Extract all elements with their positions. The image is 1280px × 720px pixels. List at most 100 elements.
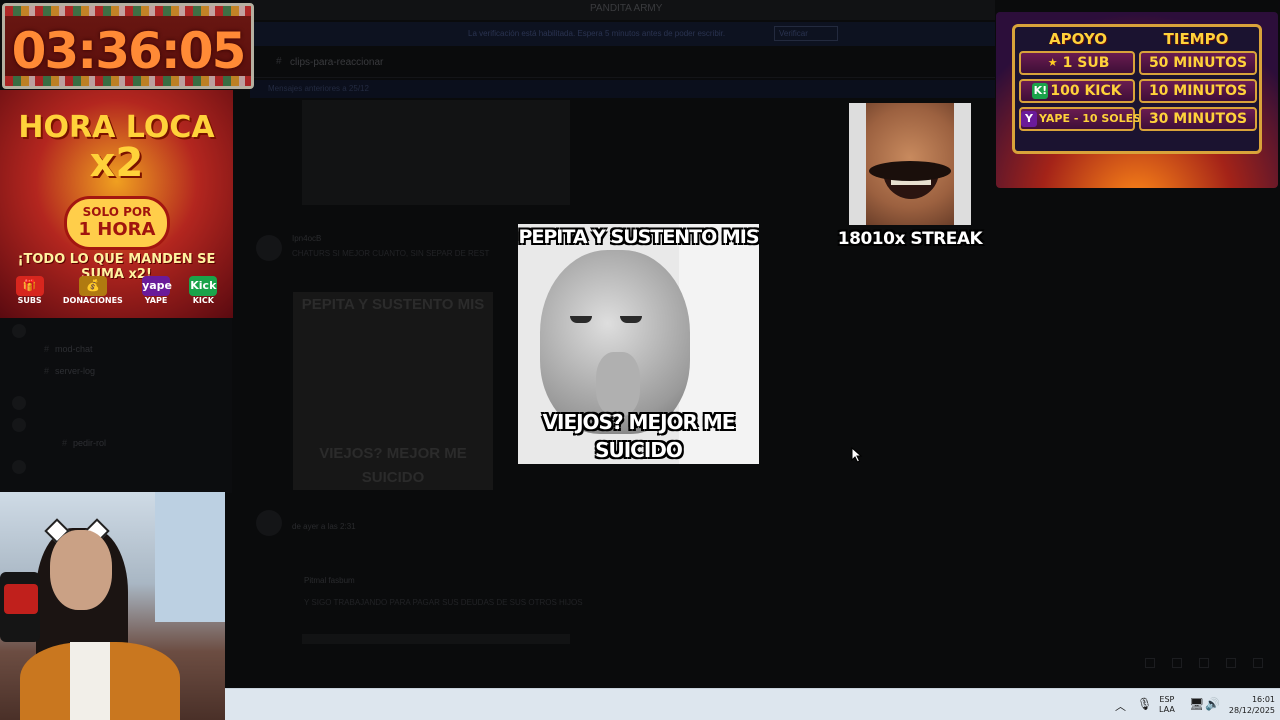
hash-icon: # [44, 366, 50, 376]
category-icon [12, 460, 26, 474]
emoji-icon[interactable] [1226, 658, 1236, 668]
streak-label: 18010x STREAK [837, 229, 983, 249]
language-code: ESP [1159, 695, 1175, 704]
category-icon [12, 418, 26, 432]
support-amount-label: YAPE - 10 SOLES [1039, 112, 1142, 125]
support-table: APOYO TIEMPO ★ 1 SUB 50 MINUTOS K! 100 KIC… [1012, 24, 1262, 154]
verify-button[interactable]: Verificar [774, 26, 838, 41]
reply-text: Y SIGO TRABAJANDO PARA PAGAR SUS DEUDAS … [304, 598, 583, 607]
server-title: PANDITA ARMY [590, 3, 663, 14]
clock-time: 16:01 [1251, 695, 1275, 704]
message-text: CHATURS SI MEJOR CUANTO, SIN SEPAR DE RE… [292, 249, 490, 258]
sidebar-item-label: server-log [55, 366, 96, 376]
network-icon[interactable]: 🖥 [1189, 697, 1204, 720]
support-amount-label: 100 KICK [1050, 83, 1122, 99]
language-indicator[interactable]: ESP LAA [1159, 695, 1175, 720]
meme-top-text: PEPITA Y SUSTENTO MIS [518, 226, 759, 248]
chat-meme-image[interactable]: PEPITA Y SUSTENTO MIS VIEJOS? MEJOR ME S… [293, 292, 493, 490]
chat-meme-top-text: PEPITA Y SUSTENTO MIS [301, 296, 485, 313]
donaciones-icon-group: 💰 DONACIONES [63, 276, 123, 305]
app-title-bar: PANDITA ARMY [250, 0, 995, 20]
mustache [869, 161, 951, 181]
support-amount: ★ 1 SUB [1019, 51, 1135, 75]
meme-bottom-text: VIEJOS? MEJOR ME SUICIDO [542, 410, 736, 462]
meme-popup: PEPITA Y SUSTENTO MIS VIEJOS? MEJOR ME S… [518, 224, 759, 464]
yape-logo-icon: yape [142, 276, 172, 296]
verification-notice: La verificación está habilitada. Espera … [250, 22, 995, 46]
sidebar-item-mod-chat[interactable]: # mod-chat [44, 344, 93, 354]
solo-por-text: SOLO POR [82, 205, 152, 219]
icon-label: SUBS [17, 296, 42, 305]
volume-icon[interactable]: 🔊 [1205, 697, 1220, 720]
yape-icon-group: yape YAPE [142, 276, 172, 305]
message-avatar[interactable] [256, 510, 282, 536]
sticker-icon[interactable] [1199, 658, 1209, 668]
support-rewards-panel: APOYO TIEMPO ★ 1 SUB 50 MINUTOS K! 100 KIC… [996, 12, 1278, 188]
system-clock[interactable]: 16:01 28/12/2025 [1219, 694, 1275, 720]
subathon-timer: 03:36:05 [2, 3, 254, 89]
embed-divider [302, 634, 570, 644]
subs-icon-group: 🎁 SUBS [15, 276, 44, 305]
christmas-lights-decoration [5, 6, 251, 16]
microphone-pop-filter [4, 584, 38, 614]
embedded-video-thumbnail[interactable] [302, 100, 570, 205]
kick-logo-icon: Kick [189, 276, 218, 296]
channel-sidebar: # mod-chat # server-log # pedir-rol [0, 318, 232, 493]
solo-por-badge: SOLO POR 1 HORA [64, 196, 170, 250]
category-icon [12, 396, 26, 410]
sidebar-item-pedir-rol[interactable]: # pedir-rol [62, 438, 106, 448]
clock-date: 28/12/2025 [1228, 706, 1275, 715]
one-hour-text: 1 HORA [78, 219, 156, 240]
category-icon [12, 324, 26, 338]
christmas-lights-decoration [5, 76, 251, 86]
baby-eye-right [620, 316, 642, 323]
channel-name: clips-para-reaccionar [290, 57, 384, 68]
support-row: K! 100 KICK 10 MINUTOS [1019, 79, 1257, 105]
chevron-up-icon[interactable]: ︿ [1115, 698, 1126, 720]
sidebar-item-server-log[interactable]: # server-log [44, 366, 95, 376]
time-reward: 10 MINUTOS [1139, 79, 1257, 103]
hora-loca-multiplier: x2 [89, 140, 144, 186]
sidebar-item-label: mod-chat [55, 344, 93, 354]
webcam-face [50, 530, 112, 610]
notice-text: La verificación está habilitada. Espera … [468, 29, 726, 38]
support-amount-label: 1 SUB [1062, 55, 1110, 71]
support-amount: K! 100 KICK [1019, 79, 1135, 103]
chat-meme-bottom-text: VIEJOS? MEJOR ME SUICIDO [319, 445, 467, 486]
apps-icon[interactable] [1253, 658, 1263, 668]
support-row: ★ 1 SUB 50 MINUTOS [1019, 51, 1257, 77]
gift-icon: 🎁 [15, 276, 44, 296]
older-messages-bar[interactable]: Mensajes anteriores a 25/12 [250, 80, 995, 98]
star-icon: ★ [1047, 56, 1058, 69]
hora-loca-icons: 🎁 SUBS 💰 DONACIONES yape YAPE Kick KICK [6, 276, 227, 305]
hash-icon: # [276, 56, 282, 67]
windows-taskbar: ︿ 🎙 ESP LAA 🖥 🔊 16:01 28/12/2025 [225, 688, 1280, 720]
layout-code: LAA [1159, 705, 1175, 714]
microphone-icon[interactable]: 🎙 [1137, 697, 1152, 720]
timer-value: 03:36:05 [11, 22, 247, 80]
icon-label: KICK [192, 296, 214, 305]
money-bag-icon: 💰 [78, 276, 107, 296]
gif-icon[interactable] [1172, 658, 1182, 668]
message-author[interactable]: Ipn4ocB [292, 234, 321, 243]
gift-icon[interactable] [1145, 658, 1155, 668]
message-avatar[interactable] [256, 235, 282, 261]
baby-hand [596, 352, 640, 416]
baby-eye-left [570, 316, 592, 323]
time-reward: 50 MINUTOS [1139, 51, 1257, 75]
icon-label: YAPE [144, 296, 168, 305]
streak-laughing-man-image [849, 103, 971, 225]
tiempo-header: TIEMPO [1163, 30, 1229, 48]
hash-icon: # [44, 344, 50, 354]
webcam-background-wall [155, 492, 225, 622]
hora-loca-banner: HORA LOCA x2 SOLO POR 1 HORA ¡TODO LO QU… [0, 90, 233, 318]
kick-icon-group: Kick KICK [189, 276, 218, 305]
icon-label: DONACIONES [62, 296, 123, 305]
support-amount: Y YAPE - 10 SOLES [1019, 107, 1141, 131]
webcam-shirt [70, 642, 110, 720]
yape-logo-icon: Y [1021, 111, 1037, 127]
reply-author[interactable]: Pitmal fasbum [304, 576, 355, 585]
time-reward: 30 MINUTOS [1139, 107, 1257, 131]
hash-icon: # [62, 438, 68, 448]
message-toolbar [250, 650, 1280, 680]
